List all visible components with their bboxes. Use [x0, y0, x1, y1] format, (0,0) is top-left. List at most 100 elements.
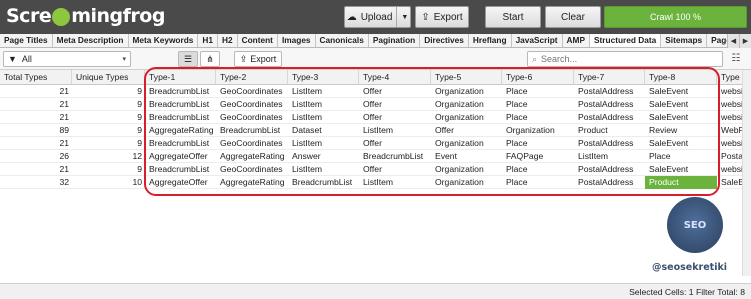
upload-button[interactable]: ☁ Upload ▼ [344, 6, 411, 28]
filter-select[interactable]: ▼ All ▾ [3, 51, 131, 67]
tab-images[interactable]: Images [277, 34, 316, 47]
tab-canonicals[interactable]: Canonicals [315, 34, 369, 47]
table-export-button[interactable]: ⇪ Export [234, 51, 282, 67]
table-cell[interactable]: BreadcrumbList [288, 176, 359, 189]
table-cell[interactable]: Place [502, 98, 574, 111]
table-cell[interactable]: 21 [0, 137, 72, 150]
tab-javascript[interactable]: JavaScript [511, 34, 563, 47]
table-cell[interactable]: PostalAddress [574, 137, 645, 150]
table-cell[interactable]: SaleEvent [645, 98, 717, 111]
table-cell[interactable]: 10 [72, 176, 145, 189]
table-cell[interactable]: Dataset [288, 124, 359, 137]
table-cell[interactable]: 21 [0, 85, 72, 98]
table-cell[interactable]: GeoCoordinates [216, 85, 288, 98]
table-cell[interactable]: Offer [359, 85, 431, 98]
table-cell[interactable]: ListItem [359, 176, 431, 189]
tab-amp[interactable]: AMP [562, 34, 590, 47]
table-cell[interactable]: 9 [72, 85, 145, 98]
tab-hreflang[interactable]: Hreflang [468, 34, 512, 47]
table-row[interactable]: 21 9 BreadcrumbList GeoCoordinates ListItem O… [0, 137, 751, 150]
table-cell[interactable]: Organization [431, 98, 502, 111]
clear-button[interactable]: Clear [545, 6, 601, 28]
table-cell[interactable]: BreadcrumbList [145, 111, 216, 124]
table-cell[interactable]: BreadcrumbList [145, 85, 216, 98]
tab-structured-data[interactable]: Structured Data [589, 34, 662, 47]
table-cell[interactable]: Place [502, 163, 574, 176]
column-header[interactable]: Type-1 [145, 70, 216, 85]
table-cell[interactable]: BreadcrumbList [145, 98, 216, 111]
table-cell[interactable]: Answer [288, 150, 359, 163]
tab-page-titles[interactable]: Page Titles [0, 34, 53, 47]
table-cell[interactable]: Organization [431, 176, 502, 189]
column-header[interactable]: Type-4 [359, 70, 431, 85]
table-cell[interactable]: Organization [502, 124, 574, 137]
start-button[interactable]: Start [485, 6, 541, 28]
table-cell[interactable]: SaleEvent [645, 85, 717, 98]
table-cell[interactable]: Place [502, 137, 574, 150]
list-view-button[interactable]: ☰ [178, 51, 198, 67]
table-cell[interactable]: Place [502, 176, 574, 189]
table-cell[interactable]: FAQPage [502, 150, 574, 163]
table-cell[interactable]: 21 [0, 98, 72, 111]
table-cell[interactable]: GeoCoordinates [216, 111, 288, 124]
tab-scroll-right-icon[interactable]: ▶ [739, 34, 751, 48]
table-cell[interactable]: 12 [72, 150, 145, 163]
table-cell[interactable]: PostalAddress [574, 98, 645, 111]
table-cell[interactable]: 9 [72, 137, 145, 150]
tab-meta-description[interactable]: Meta Description [52, 34, 129, 47]
table-cell[interactable]: Organization [431, 137, 502, 150]
search-input[interactable] [541, 54, 712, 64]
table-cell[interactable]: Offer [359, 137, 431, 150]
table-cell[interactable]: Place [645, 150, 717, 163]
table-cell[interactable]: 21 [0, 163, 72, 176]
table-row[interactable]: 26 12 AggregateOffer AggregateRating Answer B… [0, 150, 751, 163]
table-cell[interactable]: ListItem [288, 163, 359, 176]
export-button[interactable]: ⇪ Export [415, 6, 469, 28]
table-cell[interactable]: 9 [72, 124, 145, 137]
table-cell[interactable]: ListItem [288, 85, 359, 98]
table-cell[interactable]: Offer [431, 124, 502, 137]
table-row[interactable]: 32 10 AggregateOffer AggregateRating Breadcr… [0, 176, 751, 189]
filter-settings-icon[interactable]: ☷ [728, 53, 744, 65]
column-header[interactable]: Type-3 [288, 70, 359, 85]
column-header[interactable]: Type-8 [645, 70, 717, 85]
table-cell[interactable]: Place [502, 85, 574, 98]
tab-content[interactable]: Content [237, 34, 278, 47]
chevron-down-icon[interactable]: ▼ [396, 7, 412, 27]
table-cell[interactable]: Offer [359, 111, 431, 124]
tab-pagination[interactable]: Pagination [368, 34, 421, 47]
table-cell[interactable]: 9 [72, 98, 145, 111]
column-header[interactable]: Type-2 [216, 70, 288, 85]
table-cell[interactable]: SaleEvent [645, 163, 717, 176]
table-cell[interactable]: ListItem [288, 111, 359, 124]
tab-directives[interactable]: Directives [420, 34, 469, 47]
table-cell[interactable]: GeoCoordinates [216, 163, 288, 176]
table-cell[interactable]: Event [431, 150, 502, 163]
table-cell[interactable]: PostalAddress [574, 176, 645, 189]
tab-sitemaps[interactable]: Sitemaps [661, 34, 708, 47]
table-cell[interactable]: 26 [0, 150, 72, 163]
tree-view-button[interactable]: ⋔ [200, 51, 220, 67]
table-cell[interactable]: Review [645, 124, 717, 137]
table-row[interactable]: 21 9 BreadcrumbList GeoCoordinates ListItem O… [0, 111, 751, 124]
vertical-scrollbar[interactable] [742, 70, 751, 276]
table-cell[interactable]: 9 [72, 163, 145, 176]
table-cell[interactable]: BreadcrumbList [359, 150, 431, 163]
column-header[interactable]: Type-6 [502, 70, 574, 85]
table-cell[interactable]: SaleEvent [645, 111, 717, 124]
table-cell[interactable]: AggregateRating [145, 124, 216, 137]
table-cell[interactable]: 32 [0, 176, 72, 189]
table-cell[interactable]: 89 [0, 124, 72, 137]
table-cell[interactable]: AggregateRating [216, 176, 288, 189]
table-cell[interactable]: PostalAddress [574, 111, 645, 124]
table-cell[interactable]: AggregateOffer [145, 176, 216, 189]
table-cell[interactable]: GeoCoordinates [216, 98, 288, 111]
tab-h2[interactable]: H2 [218, 34, 238, 47]
table-row[interactable]: 89 9 AggregateRating BreadcrumbList Dataset L… [0, 124, 751, 137]
tab-h1[interactable]: H1 [198, 34, 218, 47]
table-cell[interactable]: ListItem [288, 98, 359, 111]
column-header[interactable]: Unique Types [72, 70, 145, 85]
table-cell[interactable]: ListItem [288, 137, 359, 150]
search-box[interactable]: ⌕ [527, 51, 723, 67]
column-header[interactable]: Type-5 [431, 70, 502, 85]
